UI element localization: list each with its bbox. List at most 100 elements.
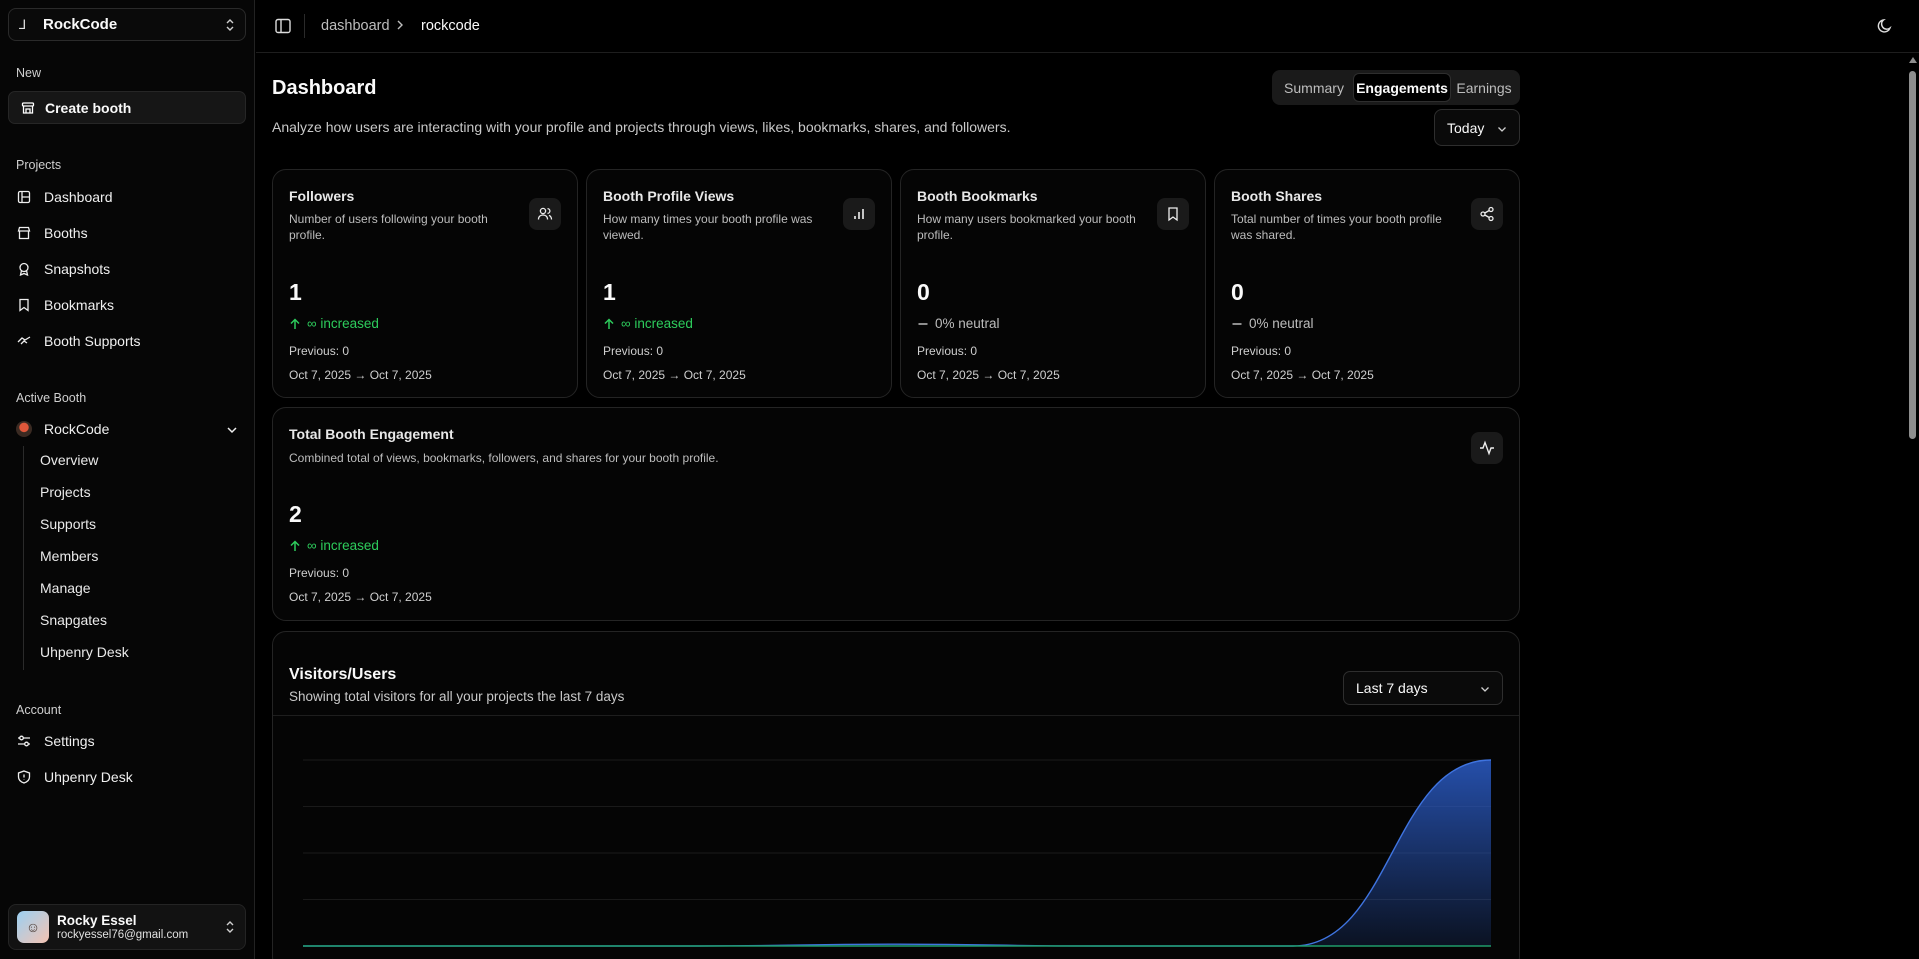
stat-trend: 0% neutral — [917, 316, 1000, 331]
section-label-active-booth: Active Booth — [16, 391, 87, 405]
stat-title: Booth Shares — [1231, 188, 1323, 204]
moon-icon[interactable] — [1876, 17, 1894, 35]
booth-avatar — [16, 421, 32, 437]
date-range-value: Today — [1447, 119, 1485, 136]
team-switcher[interactable]: ⅃ RockCode — [8, 8, 246, 41]
sidebar-item-label: Dashboard — [44, 189, 113, 205]
stat-title: Followers — [289, 188, 355, 204]
sidebar-item-uhpenry-desk[interactable]: Uhpenry Desk — [8, 762, 246, 792]
date-range-select[interactable]: Today — [1434, 109, 1520, 146]
sidebar-item-label: Uhpenry Desk — [44, 769, 133, 785]
stat-value: 1 — [289, 279, 302, 305]
minus-icon — [917, 318, 929, 330]
scroll-up-icon[interactable] — [1909, 57, 1917, 63]
store-icon — [16, 225, 32, 241]
sidebar-item-bookmarks[interactable]: Bookmarks — [8, 290, 246, 320]
share-icon — [1471, 198, 1503, 230]
sidebar-item-dashboard[interactable]: Dashboard — [8, 182, 246, 212]
booth-subitem-uhpenry-desk[interactable]: Uhpenry Desk — [40, 644, 129, 660]
stat-trend: ∞ increased — [603, 316, 693, 331]
stat-date-range: Oct 7, 2025 → Oct 7, 2025 — [917, 368, 1060, 382]
arrow-up-icon — [289, 539, 301, 552]
tab-engagements[interactable]: Engagements — [1353, 73, 1451, 102]
stat-description: How many users bookmarked your booth pro… — [917, 212, 1136, 242]
dashboard-icon — [16, 189, 32, 205]
shield-alert-icon — [16, 769, 32, 785]
user-meta: Rocky Essel rockyessel76@gmail.com — [57, 913, 225, 941]
total-engagement-card: Total Booth Engagement Combined total of… — [272, 407, 1520, 621]
stat-trend: 0% neutral — [1231, 316, 1314, 331]
tab-summary[interactable]: Summary — [1275, 73, 1353, 102]
booth-subitem-overview[interactable]: Overview — [40, 452, 98, 468]
minus-icon — [1231, 318, 1243, 330]
booth-subitem-projects[interactable]: Projects — [40, 484, 91, 500]
chevron-down-icon — [1480, 680, 1490, 696]
users-icon — [529, 198, 561, 230]
sidebar-item-settings[interactable]: Settings — [8, 726, 246, 756]
stat-title: Booth Profile Views — [603, 188, 735, 204]
bookmark-icon — [1157, 198, 1189, 230]
app: ⅃ RockCode New Create booth Projects Das… — [0, 0, 1919, 959]
breadcrumb-dashboard[interactable]: dashboard — [321, 18, 390, 34]
booth-subitem-members[interactable]: Members — [40, 548, 98, 564]
sidebar-item-label: Bookmarks — [44, 297, 115, 313]
sidebar: ⅃ RockCode New Create booth Projects Das… — [0, 0, 255, 959]
total-trend-text: ∞ increased — [307, 538, 379, 553]
visitors-range-select[interactable]: Last 7 days — [1343, 671, 1503, 705]
total-previous: Previous: 0 — [289, 566, 350, 580]
stat-value: 0 — [917, 279, 930, 305]
breadcrumb-current: rockcode — [421, 18, 480, 34]
visitors-range-value: Last 7 days — [1356, 680, 1428, 696]
total-date-range: Oct 7, 2025 → Oct 7, 2025 — [289, 590, 432, 604]
visitors-area-chart — [302, 759, 1492, 947]
stat-previous: Previous: 0 — [1231, 344, 1292, 358]
user-email: rockyessel76@gmail.com — [57, 929, 189, 941]
tabs: Summary Engagements Earnings — [1272, 70, 1520, 105]
store-icon — [21, 101, 35, 115]
section-label-projects: Projects — [16, 158, 62, 172]
stat-previous: Previous: 0 — [917, 344, 978, 358]
sidebar-item-snapshots[interactable]: Snapshots — [8, 254, 246, 284]
stat-card-profile-views: Booth Profile Views How many times your … — [586, 169, 892, 398]
sidebar-item-booth-supports[interactable]: Booth Supports — [8, 326, 246, 356]
page-title: Dashboard — [272, 77, 377, 99]
stat-trend-text: 0% neutral — [1249, 316, 1314, 331]
stat-description: Total number of times your booth profile… — [1231, 212, 1442, 242]
stat-trend: ∞ increased — [289, 316, 379, 331]
sidebar-item-label: Snapshots — [44, 261, 111, 277]
visitors-title: Visitors/Users — [289, 666, 397, 683]
active-booth-toggle[interactable]: RockCode — [8, 414, 246, 444]
chevrons-up-down-icon — [225, 920, 235, 934]
stat-trend-text: ∞ increased — [307, 316, 379, 331]
stat-date-range: Oct 7, 2025 → Oct 7, 2025 — [1231, 368, 1374, 382]
activity-icon — [1471, 432, 1503, 464]
stat-date-range: Oct 7, 2025 → Oct 7, 2025 — [603, 368, 746, 382]
total-trend: ∞ increased — [289, 538, 379, 553]
create-booth-label: Create booth — [45, 99, 132, 116]
bar-chart-icon — [843, 198, 875, 230]
sidebar-item-label: Booth Supports — [44, 333, 141, 349]
sidebar-item-label: Booths — [44, 225, 88, 241]
booth-subitem-supports[interactable]: Supports — [40, 516, 96, 532]
total-title: Total Booth Engagement — [289, 426, 454, 442]
handshake-icon — [16, 333, 32, 349]
scrollbar-thumb[interactable] — [1909, 71, 1916, 439]
sidebar-toggle-icon[interactable] — [274, 17, 292, 35]
arrow-up-icon — [289, 317, 301, 330]
topbar: dashboard rockcode — [256, 0, 1919, 53]
scrollbar[interactable] — [1906, 53, 1919, 959]
user-menu[interactable]: ☺ Rocky Essel rockyessel76@gmail.com — [8, 904, 246, 950]
booth-subitem-manage[interactable]: Manage — [40, 580, 91, 596]
sidebar-item-booths[interactable]: Booths — [8, 218, 246, 248]
visitors-description: Showing total visitors for all your proj… — [289, 689, 625, 704]
stat-previous: Previous: 0 — [289, 344, 350, 358]
chevron-right-icon — [396, 18, 404, 34]
section-label-new: New — [16, 66, 42, 80]
tab-earnings[interactable]: Earnings — [1451, 73, 1517, 102]
stat-card-followers: Followers Number of users following your… — [272, 169, 578, 398]
create-booth-button[interactable]: Create booth — [8, 91, 246, 124]
booth-subitem-snapgates[interactable]: Snapgates — [40, 612, 107, 628]
stat-card-bookmarks: Booth Bookmarks How many users bookmarke… — [900, 169, 1206, 398]
visitors-card: Visitors/Users Showing total visitors fo… — [272, 631, 1520, 959]
stat-previous: Previous: 0 — [603, 344, 664, 358]
